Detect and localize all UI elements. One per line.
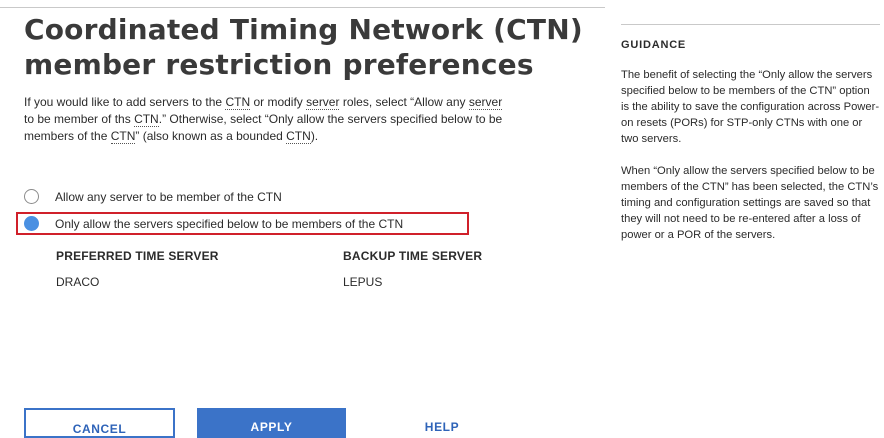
preferred-time-server-value: DRACO <box>56 275 100 289</box>
guidance-paragraph-2: When “Only allow the servers specified b… <box>621 165 879 241</box>
ctn-term-link[interactable]: CTN <box>225 95 251 110</box>
guidance-paragraph-1: The benefit of selecting the “Only allow… <box>621 69 880 145</box>
radio-label-only-allow: Only allow the servers specified below t… <box>55 216 404 231</box>
radio-unselected-icon[interactable] <box>24 189 39 204</box>
main-panel: Coordinated Timing Network (CTN) member … <box>24 12 614 145</box>
apply-button[interactable]: APPLY <box>197 408 346 438</box>
backup-time-server-value: LEPUS <box>343 275 383 289</box>
backup-time-server-header: BACKUP TIME SERVER <box>343 249 483 263</box>
page-title: Coordinated Timing Network (CTN) member … <box>24 13 583 81</box>
cancel-button[interactable]: CANCEL <box>24 408 175 438</box>
server-term-link[interactable]: server <box>468 95 503 110</box>
help-button[interactable]: HELP <box>400 408 484 438</box>
radio-option-only-allow[interactable]: Only allow the servers specified below t… <box>24 216 403 231</box>
guidance-panel: GUIDANCE The benefit of selecting the “O… <box>621 24 880 259</box>
radio-label-allow-any: Allow any server to be member of the CTN <box>55 189 282 204</box>
ctn-term-link[interactable]: CTN <box>110 129 136 144</box>
preferred-time-server-header: PREFERRED TIME SERVER <box>56 249 219 263</box>
guidance-divider <box>621 24 880 25</box>
ctn-term-link[interactable]: CTN <box>134 112 159 127</box>
guidance-title: GUIDANCE <box>621 39 687 51</box>
intro-text: If you would like to add servers to the … <box>24 95 503 144</box>
server-term-link[interactable]: server <box>306 95 340 110</box>
top-divider <box>0 7 605 8</box>
ctn-term-link[interactable]: CTN <box>286 129 311 144</box>
radio-option-allow-any[interactable]: Allow any server to be member of the CTN <box>24 189 282 204</box>
radio-selected-icon[interactable] <box>24 216 39 231</box>
